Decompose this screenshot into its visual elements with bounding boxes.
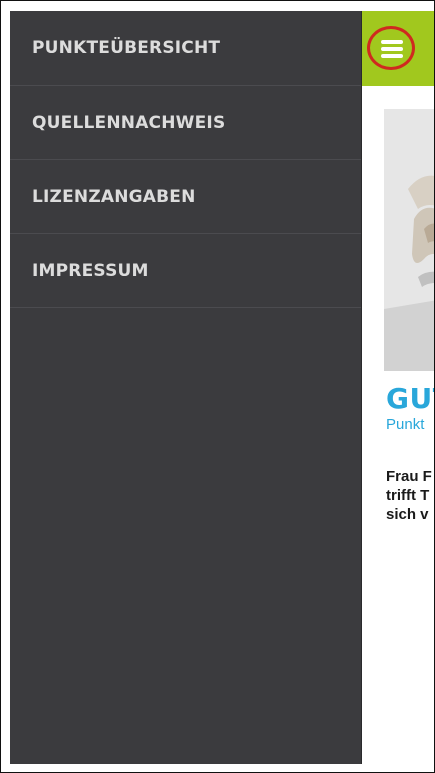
hamburger-menu-icon: [381, 40, 403, 58]
article-body-line: sich v: [386, 506, 429, 523]
article-subline: Punkt: [386, 416, 425, 433]
app-frame: PUNKTEÜBERSICHT QUELLENNACHWEIS LIZENZAN…: [0, 0, 435, 773]
menu-button[interactable]: [367, 26, 415, 70]
top-bar: [362, 11, 434, 86]
drawer-item-lizenzangaben[interactable]: LIZENZANGABEN: [10, 160, 361, 234]
article-body: Frau F trifft T sich v: [386, 467, 432, 524]
article-headline: GUT: [386, 382, 434, 415]
drawer-item-impressum[interactable]: IMPRESSUM: [10, 234, 361, 308]
main-content: GUT Punkt Frau F trifft T sich v: [362, 86, 434, 764]
drawer-item-punkteuebersicht[interactable]: PUNKTEÜBERSICHT: [10, 11, 361, 86]
portrait-image: [384, 109, 434, 371]
article-body-line: trifft T: [386, 487, 430, 504]
article-photo: [384, 109, 434, 371]
article-body-line: Frau F: [386, 468, 432, 485]
drawer-item-quellennachweis[interactable]: QUELLENNACHWEIS: [10, 86, 361, 160]
navigation-drawer: PUNKTEÜBERSICHT QUELLENNACHWEIS LIZENZAN…: [10, 11, 362, 764]
